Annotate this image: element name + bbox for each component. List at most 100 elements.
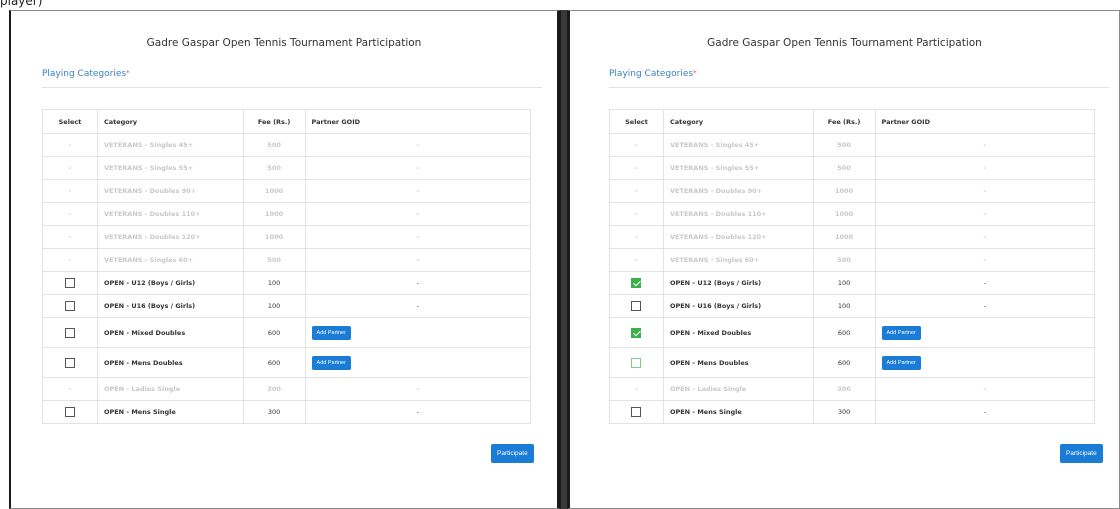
category-fee: 1000 xyxy=(812,179,876,203)
category-fee: 1000 xyxy=(812,225,876,249)
partner-goid: - xyxy=(304,377,532,401)
category-name: OPEN - U16 (Boys / Girls) xyxy=(96,294,244,318)
table-row: - VETERANS - Doubles 110+ 1000 - xyxy=(609,202,1096,226)
category-name: OPEN - Mens Single xyxy=(662,400,814,424)
participate-button[interactable]: Participate xyxy=(1060,444,1103,463)
select-checkbox[interactable] xyxy=(64,278,75,288)
partner-goid: - xyxy=(874,202,1096,226)
category-name: VETERANS - Doubles 120+ xyxy=(96,225,244,249)
category-fee: 600 xyxy=(242,347,306,378)
table-row: OPEN - U12 (Boys / Girls) 100 - xyxy=(609,271,1096,295)
category-name: VETERANS - Doubles 120+ xyxy=(662,225,814,249)
category-fee: 600 xyxy=(812,317,876,348)
table-row: OPEN - Mens Doubles 600 Add Partner xyxy=(609,347,1096,378)
category-name: OPEN - U16 (Boys / Girls) xyxy=(662,294,814,318)
column-header-select: Select xyxy=(609,109,664,134)
select-checkbox[interactable] xyxy=(631,407,642,417)
category-name: OPEN - U12 (Boys / Girls) xyxy=(96,271,244,295)
category-fee: 1000 xyxy=(242,202,306,226)
select-checkbox[interactable] xyxy=(64,357,75,368)
table-row: - VETERANS - Singles 55+ 500 - xyxy=(42,156,532,180)
table-row: - OPEN - Ladies Single 300 - xyxy=(609,377,1096,401)
table-row: - OPEN - Ladies Single 300 - xyxy=(42,377,532,401)
select-placeholder: - xyxy=(42,377,98,401)
category-fee: 500 xyxy=(242,248,306,272)
table-row: OPEN - Mixed Doubles 600 Add Partner xyxy=(609,317,1096,348)
category-fee: 300 xyxy=(242,377,306,401)
table-row: OPEN - Mixed Doubles 600 Add Partner xyxy=(42,317,532,348)
partner-goid: - xyxy=(874,248,1096,272)
category-name: VETERANS - Doubles 110+ xyxy=(662,202,814,226)
required-mark: * xyxy=(693,69,697,77)
select-placeholder: - xyxy=(42,179,98,203)
select-placeholder: - xyxy=(42,133,98,157)
add-partner-button[interactable]: Add Partner xyxy=(881,355,921,370)
table-row: - VETERANS - Singles 60+ 500 - xyxy=(42,248,532,272)
select-checkbox[interactable] xyxy=(631,357,642,368)
table-row: OPEN - Mens Single 300 - xyxy=(609,400,1096,424)
select-placeholder: - xyxy=(609,133,664,157)
select-placeholder: - xyxy=(609,202,664,226)
table-row: OPEN - Mens Doubles 600 Add Partner xyxy=(42,347,532,378)
category-fee: 600 xyxy=(812,347,876,378)
partner-goid: - xyxy=(874,179,1096,203)
required-mark: * xyxy=(126,69,130,77)
category-fee: 500 xyxy=(812,248,876,272)
partner-goid: - xyxy=(874,294,1096,318)
partner-goid: - xyxy=(874,133,1096,157)
table-row: - VETERANS - Doubles 120+ 1000 - xyxy=(42,225,532,249)
select-checkbox[interactable] xyxy=(631,301,642,311)
partner-goid: - xyxy=(304,271,532,295)
table-row: - VETERANS - Singles 55+ 500 - xyxy=(609,156,1096,180)
table-row: - VETERANS - Singles 45+ 500 - xyxy=(609,133,1096,157)
select-checkbox-checked[interactable] xyxy=(631,327,642,338)
table-row: - VETERANS - Singles 45+ 500 - xyxy=(42,133,532,157)
category-name: VETERANS - Singles 60+ xyxy=(662,248,814,272)
partner-goid: - xyxy=(304,202,532,226)
select-checkbox[interactable] xyxy=(64,327,75,338)
category-fee: 500 xyxy=(242,133,306,157)
select-checkbox[interactable] xyxy=(64,407,75,417)
table-row: - VETERANS - Singles 60+ 500 - xyxy=(609,248,1096,272)
category-name: OPEN - Mens Single xyxy=(96,400,244,424)
participate-button[interactable]: Participate xyxy=(491,444,534,463)
category-fee: 100 xyxy=(812,294,876,318)
select-placeholder: - xyxy=(42,156,98,180)
category-fee: 100 xyxy=(242,271,306,295)
column-header-fee: Fee (Rs.) xyxy=(242,109,306,134)
select-checkbox-checked[interactable] xyxy=(631,278,642,288)
partner-goid: - xyxy=(304,294,532,318)
table-row: - VETERANS - Doubles 120+ 1000 - xyxy=(609,225,1096,249)
partner-goid: - xyxy=(874,271,1096,295)
category-name: OPEN - Mixed Doubles xyxy=(96,317,244,348)
partner-goid: - xyxy=(874,156,1096,180)
partner-goid: - xyxy=(304,400,532,424)
table-row: - VETERANS - Doubles 110+ 1000 - xyxy=(42,202,532,226)
partner-goid: - xyxy=(304,133,532,157)
column-header-partner-goid: Partner GOID xyxy=(874,109,1096,134)
category-fee: 500 xyxy=(812,133,876,157)
table-row: - VETERANS - Doubles 90+ 1000 - xyxy=(42,179,532,203)
category-name: VETERANS - Singles 55+ xyxy=(662,156,814,180)
add-partner-button[interactable]: Add Partner xyxy=(311,355,351,370)
partner-goid: - xyxy=(304,225,532,249)
partner-goid: - xyxy=(304,248,532,272)
add-partner-button[interactable]: Add Partner xyxy=(881,325,921,340)
category-fee: 100 xyxy=(812,271,876,295)
category-name: VETERANS - Singles 60+ xyxy=(96,248,244,272)
select-placeholder: - xyxy=(609,156,664,180)
add-partner-button[interactable]: Add Partner xyxy=(311,325,351,340)
select-placeholder: - xyxy=(42,248,98,272)
category-name: OPEN - Mixed Doubles xyxy=(662,317,814,348)
select-placeholder: - xyxy=(609,225,664,249)
category-name: VETERANS - Doubles 90+ xyxy=(662,179,814,203)
category-name: OPEN - Mens Doubles xyxy=(96,347,244,378)
category-fee: 500 xyxy=(812,156,876,180)
select-checkbox[interactable] xyxy=(64,301,75,311)
category-fee: 1000 xyxy=(242,179,306,203)
category-fee: 1000 xyxy=(812,202,876,226)
table-header-row: Select Category Fee (Rs.) Partner GOID xyxy=(42,109,532,134)
category-name: VETERANS - Doubles 90+ xyxy=(96,179,244,203)
partner-goid: - xyxy=(304,179,532,203)
form-panel-after: Gadre Gaspar Open Tennis Tournament Part… xyxy=(567,10,1120,509)
